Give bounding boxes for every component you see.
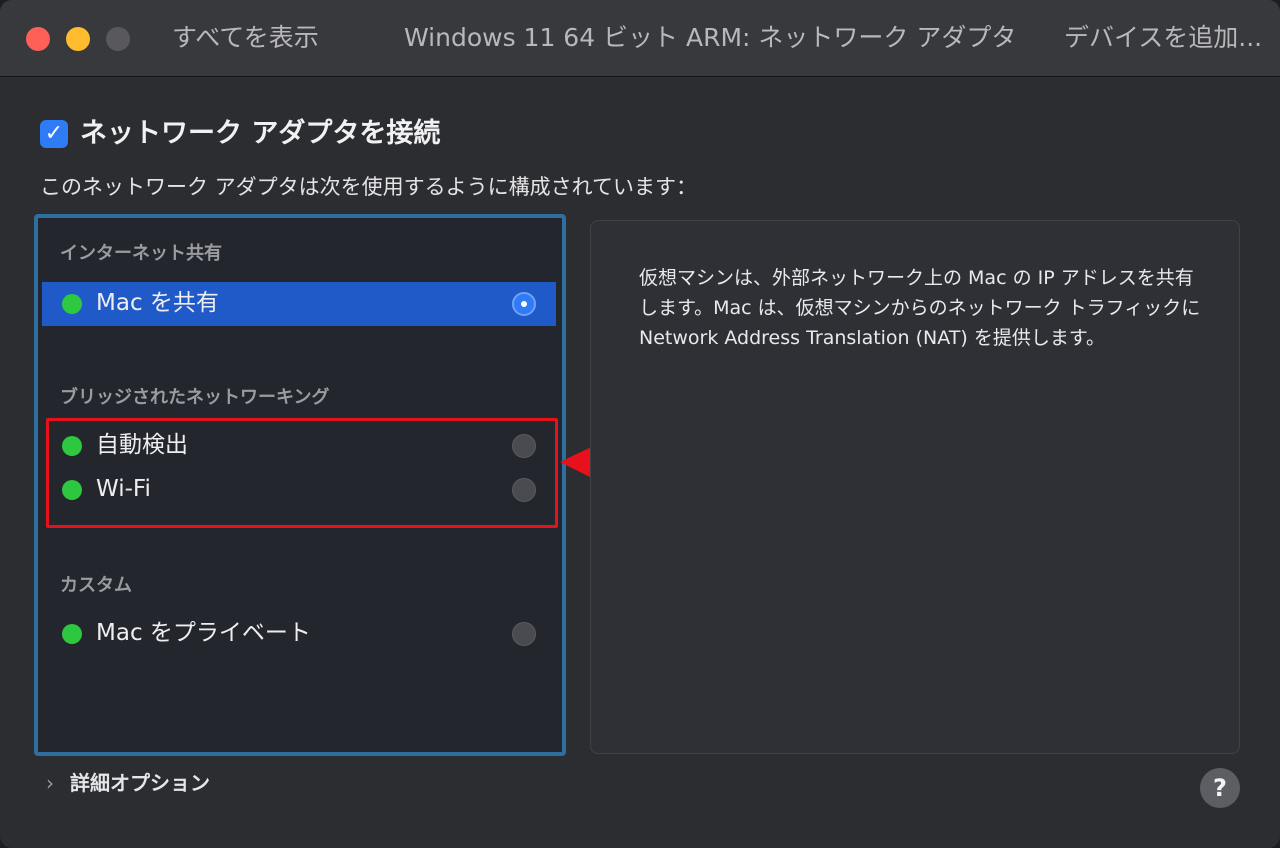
description-panel: 仮想マシンは、外部ネットワーク上の Mac の IP アドレスを共有します。Ma…: [590, 220, 1240, 754]
annotation-highlight-box: [46, 418, 558, 528]
zoom-window-button[interactable]: [106, 27, 130, 51]
section-header-bridged: ブリッジされたネットワーキング: [60, 387, 330, 408]
connect-adapter-label[interactable]: ネットワーク アダプタを接続: [80, 116, 440, 152]
status-green-dot-icon: [62, 624, 82, 644]
radio-private-mac[interactable]: [512, 622, 536, 646]
advanced-options-label: 詳細オプション: [70, 771, 210, 795]
close-window-button[interactable]: [26, 27, 50, 51]
section-header-internet-sharing: インターネット共有: [60, 243, 222, 264]
network-source-list: インターネット共有 Mac を共有 ブリッジされたネットワーキング 自動検出 W…: [34, 214, 566, 756]
window-title: Windows 11 64 ビット ARM: ネットワーク アダプタ: [404, 23, 1017, 52]
list-item-share-mac[interactable]: Mac を共有: [42, 282, 556, 326]
section-header-custom: カスタム: [60, 575, 132, 596]
show-all-button[interactable]: すべてを表示: [172, 22, 319, 54]
add-device-button[interactable]: デバイスを追加...: [1064, 22, 1262, 54]
configuration-subtitle: このネットワーク アダプタは次を使用するように構成されています：: [40, 175, 698, 199]
minimize-window-button[interactable]: [66, 27, 90, 51]
status-green-dot-icon: [62, 294, 82, 314]
list-item-label: Mac を共有: [96, 290, 219, 316]
advanced-options-disclosure[interactable]: › 詳細オプション: [46, 768, 210, 800]
help-button[interactable]: ?: [1200, 768, 1240, 808]
radio-share-mac[interactable]: [512, 292, 536, 316]
list-item-label: Mac をプライベート: [96, 620, 311, 646]
chevron-right-icon: ›: [46, 771, 54, 795]
title-bar: すべてを表示 Windows 11 64 ビット ARM: ネットワーク アダプ…: [0, 0, 1280, 77]
list-item-private-mac[interactable]: Mac をプライベート: [42, 612, 556, 656]
settings-window: すべてを表示 Windows 11 64 ビット ARM: ネットワーク アダプ…: [0, 0, 1280, 848]
connect-adapter-checkbox[interactable]: ✓: [40, 120, 68, 148]
description-text: 仮想マシンは、外部ネットワーク上の Mac の IP アドレスを共有します。Ma…: [639, 267, 1201, 349]
